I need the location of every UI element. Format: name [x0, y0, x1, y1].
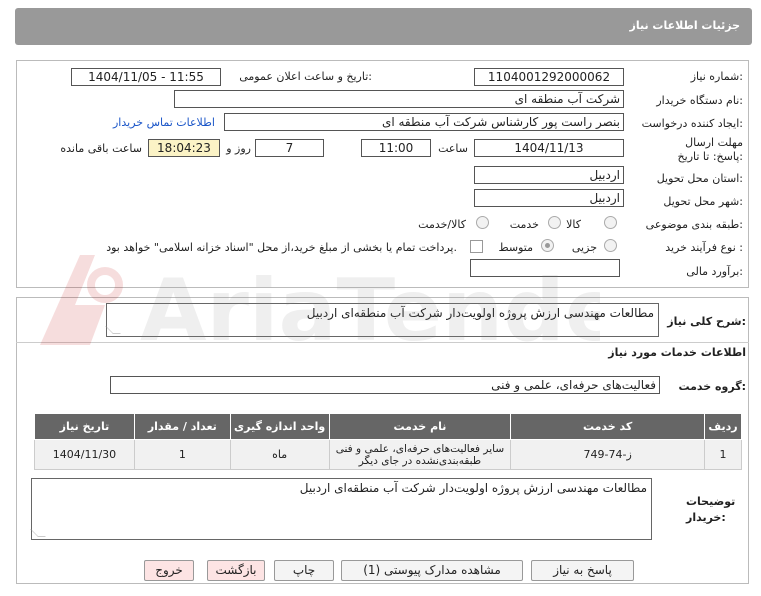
category-option-goods-service: کالا/خدمت [418, 218, 466, 231]
resize-grip-icon[interactable] [105, 326, 121, 334]
buyer-org-field: شرکت آب منطقه ای [174, 90, 624, 108]
cell-service-code: ز-74-749 [510, 439, 705, 470]
col-need-date: تاریخ نیاز [34, 413, 135, 440]
estimate-field [470, 259, 620, 277]
city-label: شهر محل تحویل: [663, 195, 743, 208]
exit-button[interactable]: خروج [144, 560, 194, 581]
page-title: جزئیات اطلاعات نیاز [629, 19, 741, 32]
need-number-field: 1104001292000062 [474, 68, 624, 86]
view-attachments-button[interactable]: مشاهده مدارک پیوستی (1) [341, 560, 523, 581]
category-radio-goods-service[interactable] [476, 216, 489, 229]
cell-quantity: 1 [133, 439, 231, 470]
table-row: 1404/11/30 1 ماه سایر فعالیت‌های حرفه‌ای… [34, 439, 743, 470]
creator-field: بنصر راست پور کارشناس شرکت آب منطقه ای [224, 113, 624, 131]
col-row: ردیف [703, 413, 743, 440]
remaining-label: ساعت باقی مانده [60, 142, 142, 155]
category-option-goods: کالا [566, 218, 581, 231]
divider [16, 342, 749, 343]
description-label: شرح کلی نیاز: [667, 315, 746, 328]
process-radio-minor[interactable] [604, 239, 617, 252]
buyer-contact-link[interactable]: اطلاعات تماس خریدار [113, 116, 215, 129]
services-table: تاریخ نیاز تعداد / مقدار واحد اندازه گیر… [34, 413, 743, 470]
cell-unit: ماه [229, 439, 330, 470]
days-field: 7 [255, 139, 324, 157]
treasury-payment-checkbox[interactable] [470, 240, 483, 253]
deadline-label: مهلت ارسال پاسخ: تا تاریخ: [677, 136, 743, 163]
cell-need-date: 1404/11/30 [34, 439, 135, 470]
description-text: مطالعات مهندسی ارزش پروژه اولویت‌دار شرک… [306, 306, 654, 320]
estimate-label: برآورد مالی: [686, 265, 743, 278]
buyer-org-label: نام دستگاه خریدار: [656, 94, 743, 107]
need-number-label: شماره نیاز: [690, 70, 743, 83]
page-header: جزئیات اطلاعات نیاز [15, 8, 752, 45]
deadline-time-field: 11:00 [361, 139, 431, 157]
print-button[interactable]: چاپ [274, 560, 334, 581]
process-label: نوع فرآیند خرید : [665, 241, 743, 254]
col-quantity: تعداد / مقدار [133, 413, 231, 440]
process-radio-medium[interactable] [541, 239, 554, 252]
deadline-time-label: ساعت [438, 142, 468, 155]
services-section-title: اطلاعات خدمات مورد نیاز [608, 346, 746, 359]
reply-button[interactable]: پاسخ به نیاز [531, 560, 634, 581]
service-group-field: فعالیت‌های حرفه‌ای، علمی و فنی [110, 376, 660, 394]
city-field: اردبیل [474, 189, 624, 207]
announce-field: 1404/11/05 - 11:55 [71, 68, 221, 86]
col-unit: واحد اندازه گیری [229, 413, 330, 440]
remaining-time-field: 18:04:23 [148, 139, 220, 157]
process-option-medium: متوسط [498, 241, 533, 254]
buyer-notes-textarea[interactable]: مطالعات مهندسی ارزش پروژه اولویت‌دار شرک… [30, 478, 652, 540]
buyer-notes-text: مطالعات مهندسی ارزش پروژه اولویت‌دار شرک… [299, 481, 647, 495]
treasury-payment-note: پرداخت تمام یا بخشی از مبلغ خرید،از محل … [106, 241, 457, 254]
col-service-name: نام خدمت [328, 413, 512, 440]
cell-row-number: 1 [703, 439, 743, 470]
creator-label: ایجاد کننده درخواست: [641, 117, 743, 130]
buyer-notes-label: توضیحات خریدار: [686, 495, 736, 524]
days-label: روز و [226, 142, 251, 155]
table-header-row: تاریخ نیاز تعداد / مقدار واحد اندازه گیر… [34, 413, 743, 440]
service-group-label: گروه خدمت: [678, 380, 746, 393]
province-label: استان محل تحویل: [656, 172, 743, 185]
category-radio-goods[interactable] [604, 216, 617, 229]
back-button[interactable]: بازگشت [207, 560, 265, 581]
resize-grip-icon[interactable] [30, 529, 46, 537]
process-option-minor: جزیی [571, 241, 597, 254]
col-service-code: کد خدمت [510, 413, 705, 440]
description-textarea[interactable]: مطالعات مهندسی ارزش پروژه اولویت‌دار شرک… [105, 303, 659, 337]
cell-service-name: سایر فعالیت‌های حرفه‌ای، علمی و فنی طبقه… [328, 439, 512, 470]
category-label: طبقه بندی موضوعی: [645, 218, 743, 231]
category-option-service: خدمت [509, 218, 539, 231]
announce-label: تاریخ و ساعت اعلان عمومی: [239, 70, 372, 83]
category-radio-service[interactable] [548, 216, 561, 229]
deadline-date-field: 1404/11/13 [474, 139, 624, 157]
province-field: اردبیل [474, 166, 624, 184]
